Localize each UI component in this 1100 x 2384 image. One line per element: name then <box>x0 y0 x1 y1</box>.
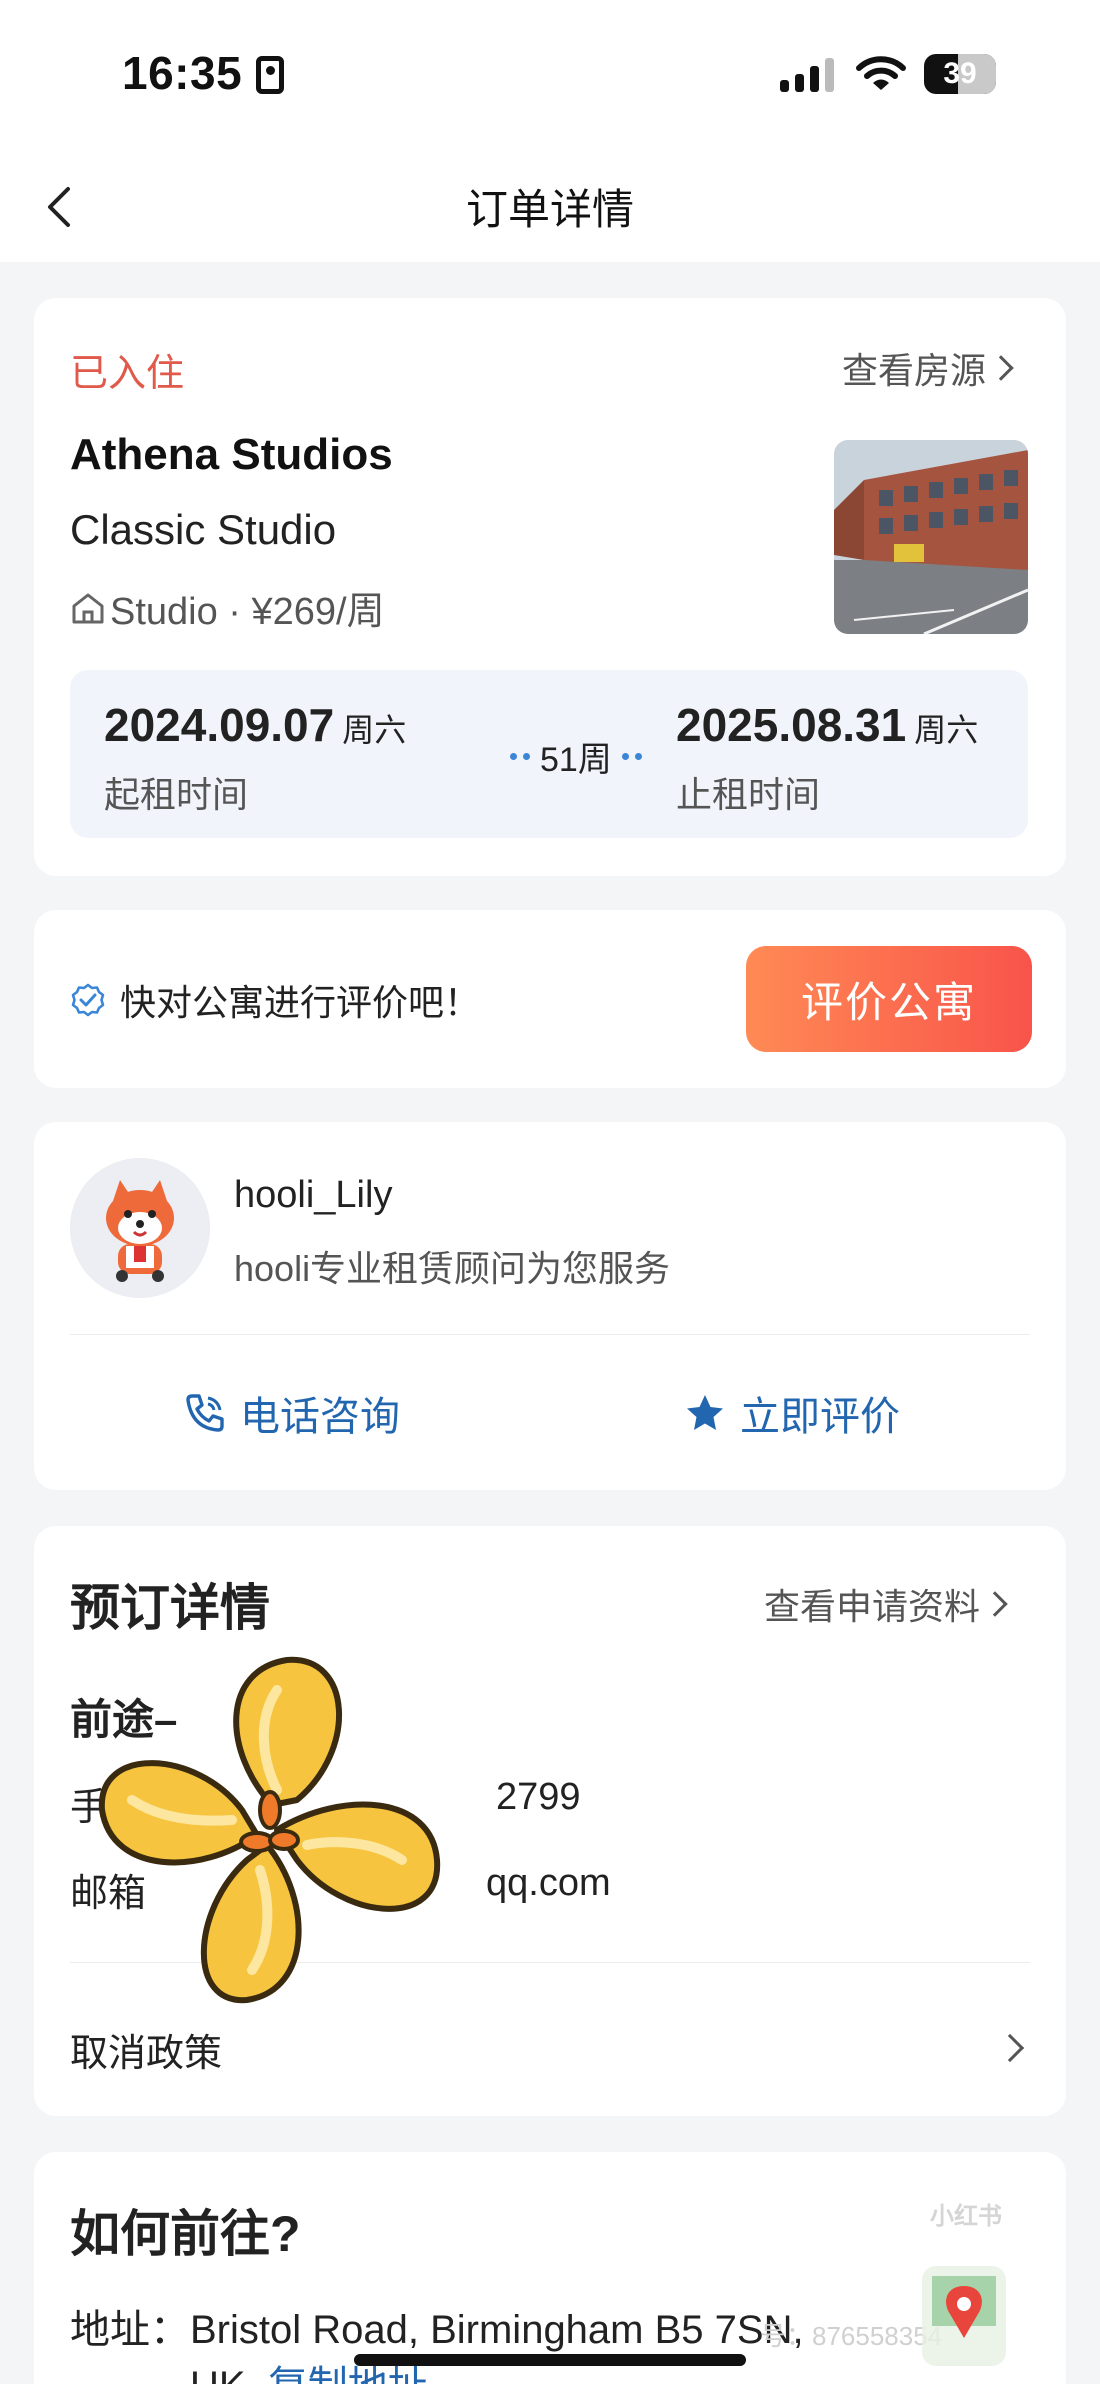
status-bar: 16:35 39 <box>0 0 1100 150</box>
booker-email: qq.com <box>486 1862 611 1904</box>
start-date-value: 2024.09.07 <box>104 699 335 751</box>
dots-right <box>621 753 642 760</box>
rate-now-label: 立即评价 <box>740 1395 900 1439</box>
directions-title: 如何前往? <box>70 2206 301 2262</box>
start-date-label: 起租时间 <box>104 774 249 815</box>
wifi-icon <box>856 56 906 90</box>
map-pin-icon[interactable] <box>922 2266 1006 2366</box>
agent-name: hooli_Lily <box>234 1174 393 1216</box>
chevron-right-icon <box>982 1591 1008 1617</box>
room-meta-text: Studio · ¥269/周 <box>110 591 385 633</box>
end-date: 2025.08.31 周六 <box>676 698 978 752</box>
star-icon <box>687 1395 723 1430</box>
review-prompt-text: 快对公寓进行评价吧！ <box>120 982 481 1023</box>
signal-icon <box>780 58 836 92</box>
dots-left <box>510 753 530 760</box>
chevron-right-icon <box>995 2033 1025 2063</box>
battery-icon: 39 <box>924 54 996 94</box>
phone-icon <box>186 1394 224 1432</box>
phone-consult-label: 电话咨询 <box>240 1395 400 1439</box>
agent-description: hooli专业租赁顾问为您服务 <box>234 1248 671 1289</box>
room-meta: Studio · ¥269/周 <box>70 580 385 635</box>
phone-consult-button[interactable]: 电话咨询 <box>184 1384 400 1442</box>
watermark-badge: 小红书 <box>930 2203 1002 2230</box>
nav-bar: 订单详情 <box>0 150 1100 262</box>
start-date: 2024.09.07 周六 <box>104 698 406 752</box>
review-card: 快对公寓进行评价吧！ 评价公寓 <box>34 910 1066 1088</box>
room-type: Classic Studio <box>70 506 337 553</box>
view-application-label: 查看申请资料 <box>764 1586 981 1627</box>
review-apartment-button[interactable]: 评价公寓 <box>746 946 1032 1052</box>
status-time: 16:35 <box>122 47 243 99</box>
end-weekday: 周六 <box>914 712 979 748</box>
divider <box>70 1334 1030 1335</box>
property-photo[interactable] <box>834 440 1028 634</box>
address-country: UK <box>190 2364 246 2384</box>
chevron-right-icon <box>988 355 1014 381</box>
booker-phone: 2799 <box>496 1776 581 1818</box>
end-date-value: 2025.08.31 <box>676 699 907 751</box>
view-listing-label: 查看房源 <box>842 350 987 391</box>
rental-period: 2024.09.07 周六 起租时间 51周 2025.08.31 周六 止租时间 <box>70 670 1028 838</box>
end-date-label: 止租时间 <box>676 774 821 815</box>
address-label: 地址： <box>70 2308 190 2352</box>
check-badge-icon <box>71 983 105 1017</box>
flower-sticker <box>98 1656 441 2004</box>
battery-level: 39 <box>943 57 977 90</box>
address-line: Bristol Road, Birmingham B5 7SN, <box>190 2308 804 2352</box>
watermark-id: 号：876558354 <box>760 2321 943 2351</box>
rate-now-button[interactable]: 立即评价 <box>684 1384 900 1442</box>
view-application-link[interactable]: 查看申请资料 <box>764 1578 1008 1630</box>
start-weekday: 周六 <box>342 712 407 748</box>
agent-avatar[interactable] <box>70 1158 210 1298</box>
order-status-label: 已入住 <box>70 353 185 395</box>
portrait-lock-icon <box>256 56 284 94</box>
review-prompt: 快对公寓进行评价吧！ <box>70 974 480 1026</box>
view-listing-link[interactable]: 查看房源 <box>842 342 1014 394</box>
order-summary-card: 已入住 查看房源 Athena Studios Classic Studio S… <box>34 298 1066 876</box>
home-indicator[interactable] <box>354 2354 746 2366</box>
agent-card: hooli_Lily hooli专业租赁顾问为您服务 电话咨询 立即评价 <box>34 1122 1066 1490</box>
rental-duration: 51周 <box>500 732 652 781</box>
page-title: 订单详情 <box>465 186 634 233</box>
cancel-policy-label[interactable]: 取消政策 <box>70 2022 222 2077</box>
house-icon <box>72 593 104 623</box>
rental-duration-value: 51周 <box>540 741 612 779</box>
property-name: Athena Studios <box>70 430 393 479</box>
copy-address-link[interactable]: 复制地址 <box>268 2364 428 2384</box>
